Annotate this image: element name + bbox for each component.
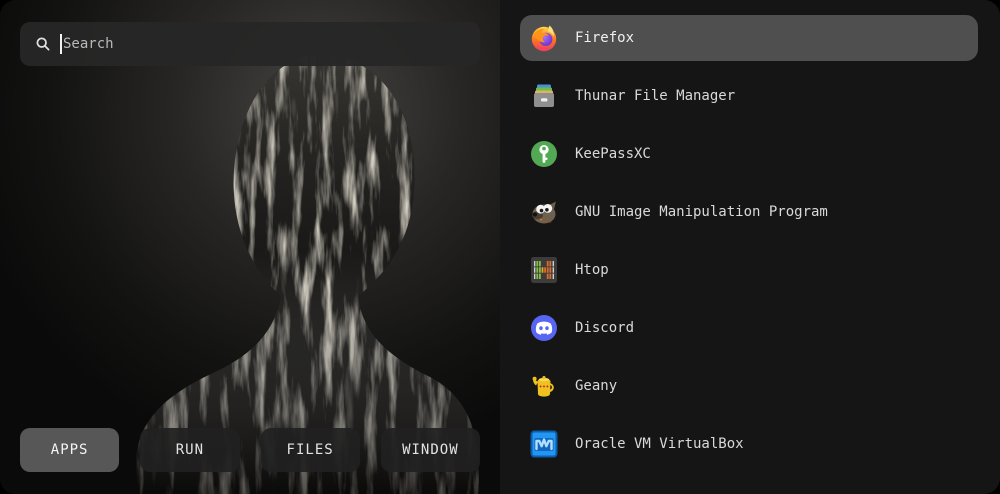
list-item-htop[interactable]: Htop xyxy=(520,247,978,293)
app-label: Firefox xyxy=(575,30,634,46)
gimp-icon xyxy=(530,198,558,226)
search-input[interactable]: Search xyxy=(20,22,480,66)
discord-icon xyxy=(530,314,558,342)
background-art-bust xyxy=(0,0,500,494)
app-label: KeePassXC xyxy=(575,146,651,162)
app-launcher-window: Search APPS RUN FILES WINDOW xyxy=(0,0,1000,494)
app-list: Firefox Thunar File Manager xyxy=(500,0,1000,494)
tab-files[interactable]: FILES xyxy=(261,428,360,472)
list-item-discord[interactable]: Discord xyxy=(520,305,978,351)
app-label: Geany xyxy=(575,378,617,394)
htop-icon xyxy=(530,256,558,284)
search-placeholder: Search xyxy=(63,36,114,52)
firefox-icon xyxy=(530,24,558,52)
list-item-gimp[interactable]: GNU Image Manipulation Program xyxy=(520,189,978,235)
search-icon xyxy=(35,36,51,52)
app-label: Discord xyxy=(575,320,634,336)
tab-run[interactable]: RUN xyxy=(140,428,239,472)
left-panel: Search APPS RUN FILES WINDOW xyxy=(0,0,500,494)
list-item-firefox[interactable]: Firefox xyxy=(520,15,978,61)
app-label: GNU Image Manipulation Program xyxy=(575,204,828,220)
list-item-thunar[interactable]: Thunar File Manager xyxy=(520,73,978,119)
list-item-geany[interactable]: Geany xyxy=(520,363,978,409)
tab-apps[interactable]: APPS xyxy=(20,428,119,472)
keepassxc-icon xyxy=(530,140,558,168)
app-label: Thunar File Manager xyxy=(575,88,735,104)
mode-tabs: APPS RUN FILES WINDOW xyxy=(20,428,480,472)
virtualbox-icon xyxy=(530,430,558,458)
list-item-virtualbox[interactable]: Oracle VM VirtualBox xyxy=(520,421,978,467)
text-caret xyxy=(60,34,62,54)
thunar-icon xyxy=(530,82,558,110)
app-label: Htop xyxy=(575,262,609,278)
tab-window[interactable]: WINDOW xyxy=(381,428,480,472)
app-label: Oracle VM VirtualBox xyxy=(575,436,744,452)
geany-icon xyxy=(530,372,558,400)
list-item-keepassxc[interactable]: KeePassXC xyxy=(520,131,978,177)
